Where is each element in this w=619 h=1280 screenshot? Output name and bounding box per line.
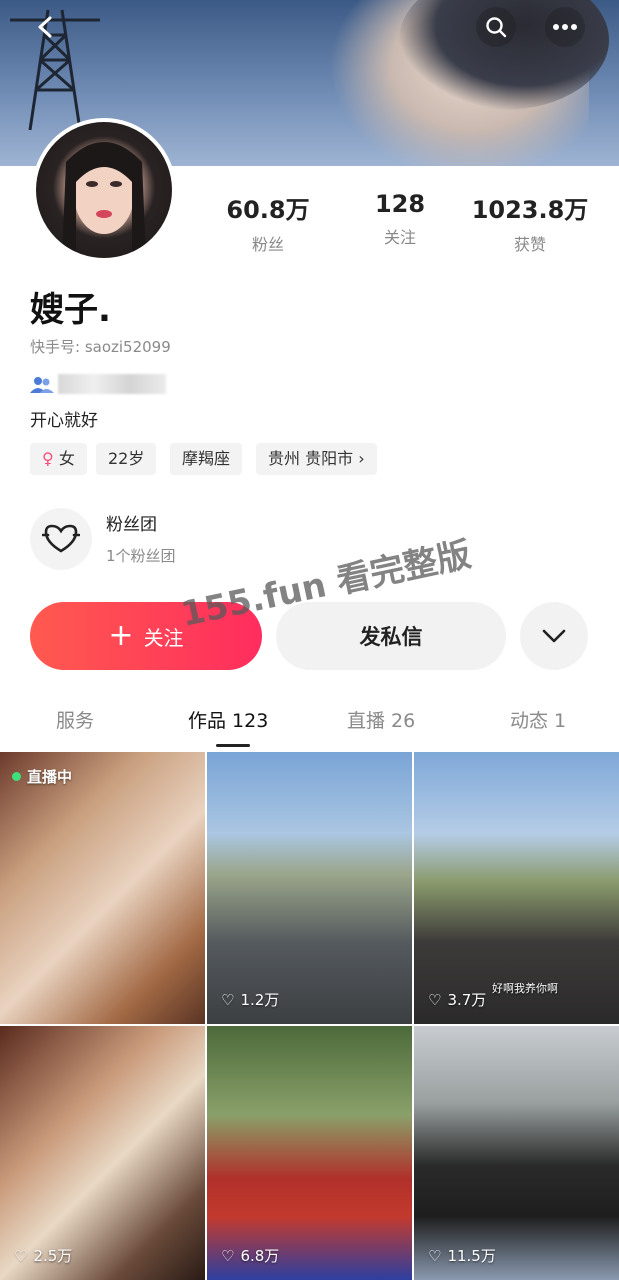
search-button[interactable]	[476, 7, 516, 47]
likes-counter: ♡ 2.5万	[14, 1245, 72, 1266]
profile-name: 嫂子.	[30, 290, 111, 330]
stat-following[interactable]: 128 关注	[340, 190, 460, 248]
likes-counter: ♡ 11.5万	[428, 1245, 496, 1266]
likes-count: 1023.8万	[471, 196, 589, 224]
expand-button[interactable]	[520, 602, 588, 670]
tag-location[interactable]: 贵州 贵阳市 ›	[256, 443, 377, 475]
more-dots-icon	[553, 24, 577, 30]
bio: 开心就好	[30, 411, 98, 431]
tag-gender: ♀ 女	[30, 443, 87, 475]
follow-label: 关注	[143, 625, 184, 650]
video-thumbnail[interactable]: ♡ 1.2万	[207, 752, 412, 1024]
plus-icon: +	[108, 618, 134, 653]
search-icon	[486, 17, 507, 38]
likes-value: 3.7万	[447, 991, 487, 1009]
stat-likes[interactable]: 1023.8万 获赞	[470, 190, 590, 255]
more-button[interactable]	[545, 7, 585, 47]
gender-text: 女	[58, 449, 75, 468]
users-icon	[30, 377, 54, 393]
following-count: 128	[374, 190, 426, 218]
tab-moments[interactable]: 动态 1	[510, 706, 566, 733]
live-badge: 直播中	[12, 766, 72, 787]
blurred-text	[58, 374, 166, 394]
chevron-left-icon	[38, 16, 52, 38]
following-label: 关注	[383, 228, 416, 247]
heart-mask-icon	[42, 524, 80, 553]
heart-icon: ♡	[221, 1246, 235, 1265]
heart-icon: ♡	[221, 990, 235, 1009]
followers-label: 粉丝	[251, 235, 284, 254]
video-grid: 直播中 ♡ 1.2万 好啊我养你啊 ♡ 3.7万 ♡ 2.5万 ♡ 6.8万 ♡ 11.5…	[0, 752, 619, 1280]
fan-group-button[interactable]	[30, 508, 92, 570]
back-button[interactable]	[26, 7, 66, 47]
tag-zodiac: 摩羯座	[170, 443, 243, 475]
account-id: 快手号: saozi52099	[30, 338, 171, 356]
tab-services[interactable]: 服务	[56, 706, 94, 733]
followers-count: 60.8万	[226, 196, 310, 224]
live-badge-text: 直播中	[27, 768, 73, 786]
live-dot-icon	[12, 772, 21, 781]
likes-counter: ♡ 1.2万	[221, 989, 279, 1010]
video-caption: 好啊我养你啊	[492, 982, 558, 995]
tab-works[interactable]: 作品 123	[188, 706, 268, 733]
fan-group-subtitle: 1个粉丝团	[106, 547, 176, 565]
tab-live[interactable]: 直播 26	[347, 706, 415, 733]
chevron-right-icon: ›	[358, 449, 365, 468]
active-tab-indicator	[216, 744, 250, 747]
avatar-portrait	[62, 142, 146, 258]
fan-group-title[interactable]: 粉丝团	[106, 510, 157, 535]
chevron-down-icon	[542, 629, 566, 643]
likes-label: 获赞	[513, 235, 546, 254]
female-icon: ♀	[42, 449, 54, 468]
stat-followers[interactable]: 60.8万 粉丝	[208, 190, 328, 255]
likes-value: 6.8万	[240, 1247, 280, 1265]
tag-age: 22岁	[96, 443, 157, 475]
heart-icon: ♡	[14, 1246, 28, 1265]
likes-value: 2.5万	[33, 1247, 73, 1265]
video-thumbnail[interactable]: 直播中	[0, 752, 205, 1024]
video-thumbnail[interactable]: ♡ 6.8万	[207, 1026, 412, 1280]
likes-value: 1.2万	[240, 991, 280, 1009]
location-text: 贵州 贵阳市	[268, 449, 354, 468]
video-thumbnail[interactable]: ♡ 2.5万	[0, 1026, 205, 1280]
video-thumbnail[interactable]: 好啊我养你啊 ♡ 3.7万	[414, 752, 619, 1024]
heart-icon: ♡	[428, 1246, 442, 1265]
message-button[interactable]: 发私信	[276, 602, 506, 670]
likes-counter: ♡ 3.7万	[428, 989, 486, 1010]
avatar[interactable]	[32, 118, 176, 262]
heart-icon: ♡	[428, 990, 442, 1009]
likes-counter: ♡ 6.8万	[221, 1245, 279, 1266]
video-thumbnail[interactable]: ♡ 11.5万	[414, 1026, 619, 1280]
likes-value: 11.5万	[447, 1247, 496, 1265]
